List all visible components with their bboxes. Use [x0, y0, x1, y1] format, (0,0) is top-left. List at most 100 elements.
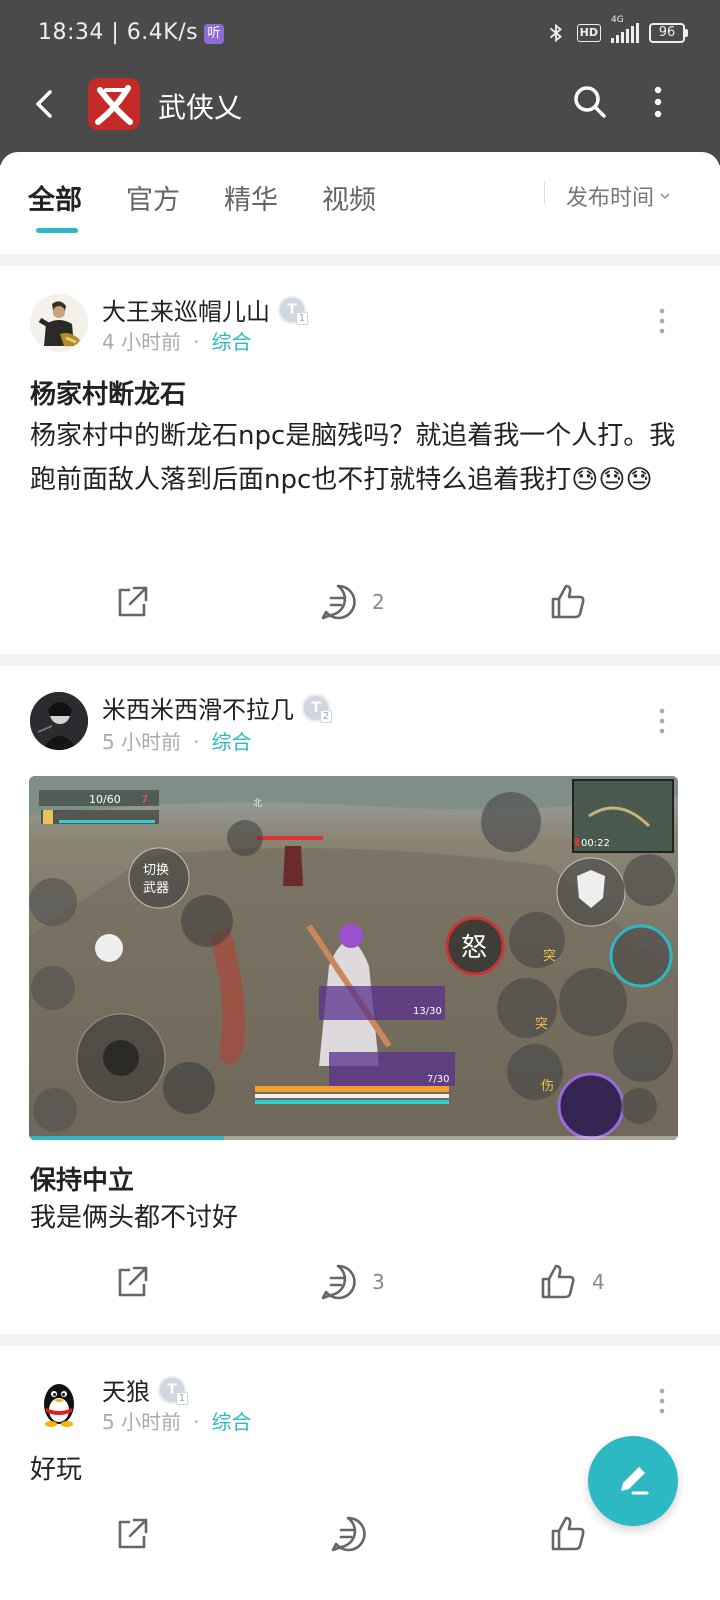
post-actions: [0, 1514, 720, 1564]
post-category[interactable]: 综合: [211, 330, 251, 354]
status-bar: 18:34 | 6.4K/s 听 HD 4G 96: [0, 0, 720, 70]
status-time-text: 18:34 | 6.4K/s: [38, 20, 199, 45]
author-name-text: 天狼: [102, 1378, 150, 1406]
author-name[interactable]: 天狼 T1: [102, 1372, 188, 1407]
comment-count: 2: [372, 590, 385, 614]
avatar[interactable]: [30, 294, 88, 352]
avatar[interactable]: [30, 1374, 88, 1432]
tab-video[interactable]: 视频: [322, 178, 376, 217]
level-badge-icon: T1: [278, 295, 308, 325]
status-time: 18:34 | 6.4K/s 听: [38, 20, 225, 45]
post-time: 4 小时前: [102, 330, 182, 354]
post-card[interactable]: 大王来巡帽儿山 T1 4 小时前 · 综合 杨家村断龙石 杨家村中的断龙石npc是脑…: [0, 266, 720, 654]
share-button[interactable]: [112, 582, 152, 622]
post-more-icon[interactable]: [654, 306, 670, 336]
back-icon[interactable]: [26, 84, 66, 124]
author-name-text: 大王来巡帽儿山: [102, 298, 270, 326]
post-more-icon[interactable]: [654, 706, 670, 736]
svg-text:突: 突: [543, 948, 556, 964]
author-name[interactable]: 大王来巡帽儿山 T1: [102, 292, 308, 327]
svg-text:突: 突: [535, 1016, 548, 1032]
share-button[interactable]: [112, 1514, 152, 1554]
ting-badge: 听: [204, 24, 225, 44]
thumbs-up-icon: [541, 1264, 575, 1299]
status-icons: HD 4G 96: [545, 15, 688, 44]
comment-button[interactable]: 3: [318, 1262, 385, 1302]
gameplay-screenshot: 00:22 10/60 7 北 切换 武器 13/30 7/30 怒 突 突 伤: [29, 776, 678, 1140]
pen-icon: [621, 1467, 649, 1495]
video-progress-fill: [29, 1136, 224, 1140]
share-icon: [118, 586, 148, 617]
page-title: 武侠乂: [158, 91, 243, 124]
post-meta: 4 小时前 · 综合: [102, 330, 252, 354]
like-button[interactable]: [548, 1514, 602, 1554]
post-category[interactable]: 综合: [211, 730, 251, 754]
svg-text:13/30: 13/30: [413, 1006, 442, 1017]
comment-count: 3: [372, 1270, 385, 1294]
app-logo[interactable]: [88, 78, 140, 130]
more-icon[interactable]: [644, 82, 672, 122]
search-icon[interactable]: [570, 82, 610, 122]
svg-text:武器: 武器: [143, 881, 169, 896]
comment-button[interactable]: [328, 1514, 382, 1554]
post-meta: 5 小时前 · 综合: [102, 1410, 252, 1434]
post-more-icon[interactable]: [654, 1386, 670, 1416]
qq-penguin-icon: [30, 1374, 88, 1432]
like-count: 4: [592, 1270, 605, 1294]
sort-label: 发布时间: [566, 186, 655, 211]
active-tab-indicator: [36, 228, 78, 233]
post-actions: 3 4: [0, 1262, 720, 1312]
level-badge-icon: T1: [158, 1375, 188, 1405]
thumbs-up-icon: [551, 1516, 585, 1551]
post-actions: 2: [0, 582, 720, 632]
avatar-image: [30, 294, 88, 352]
share-button[interactable]: [112, 1262, 152, 1302]
post-card[interactable]: 米西米西滑不拉几 T2 5 小时前 · 综合 00:22 10/60 7 北 切…: [0, 666, 720, 1334]
comment-icon: [321, 584, 356, 620]
level-number: 2: [320, 709, 332, 723]
tab-bar: 全部 官方 精华 视频 发布时间: [0, 152, 720, 254]
tab-official[interactable]: 官方: [126, 178, 180, 217]
comment-icon: [321, 1264, 356, 1300]
battery-icon: 96: [649, 23, 688, 43]
post-title[interactable]: 杨家村断龙石: [30, 374, 186, 411]
post-category[interactable]: 综合: [211, 1410, 251, 1434]
svg-text:7/30: 7/30: [427, 1074, 449, 1085]
share-icon: [118, 1266, 148, 1297]
post-body[interactable]: 我是俩头都不讨好: [30, 1196, 690, 1240]
bluetooth-icon: [549, 23, 562, 43]
sort-dropdown[interactable]: 发布时间: [566, 180, 672, 212]
thumbs-up-icon: [551, 584, 585, 619]
like-button[interactable]: [548, 582, 602, 622]
post-title[interactable]: 保持中立: [30, 1160, 134, 1197]
top-bar: 18:34 | 6.4K/s 听 HD 4G 96 武侠乂: [0, 0, 720, 165]
video-progress-bar[interactable]: [29, 1136, 678, 1140]
post-body[interactable]: 杨家村中的断龙石npc是脑残吗？就追着我一个人打。我跑前面敌人落到后面npc也不…: [30, 414, 690, 502]
network-type: 4G: [611, 15, 624, 25]
svg-text:伤: 伤: [541, 1079, 554, 1094]
avatar[interactable]: [30, 692, 88, 750]
signal-icon: 4G: [611, 15, 639, 43]
video-player[interactable]: 00:22 10/60 7 北 切换 武器 13/30 7/30 怒 突 突 伤: [29, 776, 678, 1140]
post-time: 5 小时前: [102, 1410, 182, 1434]
svg-text:北: 北: [253, 798, 262, 809]
post-meta: 5 小时前 · 综合: [102, 730, 252, 754]
comment-icon: [331, 1516, 366, 1552]
level-number: 1: [176, 1391, 188, 1405]
author-name[interactable]: 米西米西滑不拉几 T2: [102, 690, 332, 725]
svg-text:怒: 怒: [461, 933, 487, 963]
level-number: 1: [296, 311, 308, 325]
tab-all[interactable]: 全部: [28, 178, 82, 217]
comment-button[interactable]: 2: [318, 582, 385, 622]
like-button[interactable]: 4: [538, 1262, 605, 1302]
svg-text:10/60: 10/60: [89, 793, 121, 806]
nav-row: 武侠乂: [0, 72, 720, 136]
level-badge-icon: T2: [302, 693, 332, 723]
hd-icon: HD: [576, 24, 601, 42]
author-name-text: 米西米西滑不拉几: [102, 696, 294, 724]
tab-featured[interactable]: 精华: [224, 178, 278, 217]
svg-text:00:22: 00:22: [581, 838, 610, 849]
chevron-down-icon: [660, 193, 670, 200]
compose-button[interactable]: [588, 1436, 678, 1526]
avatar-image: [30, 692, 88, 750]
